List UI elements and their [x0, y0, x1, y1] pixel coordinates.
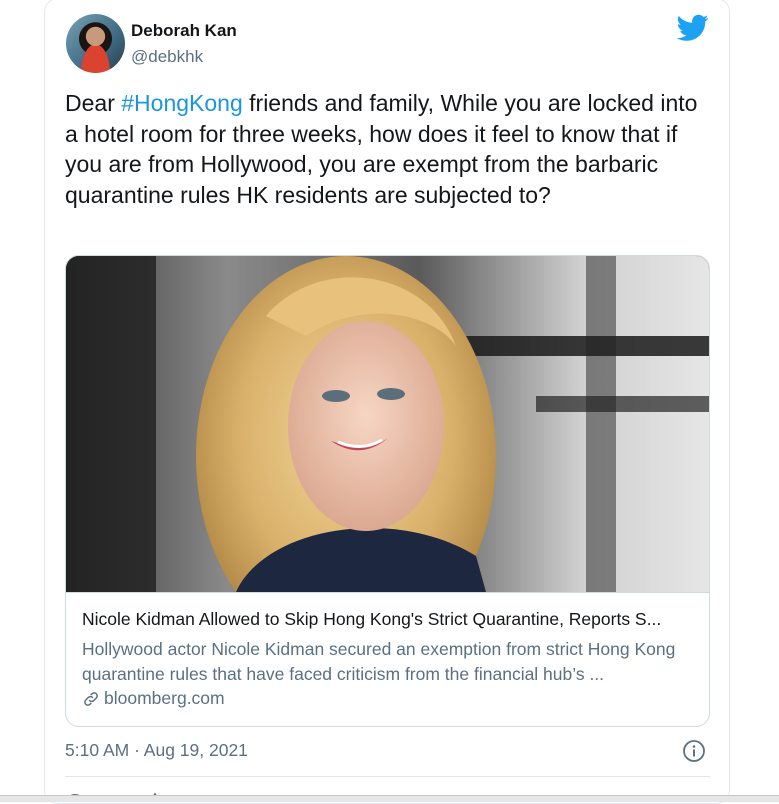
hashtag-link[interactable]: #HongKong [121, 90, 243, 116]
user-handle[interactable]: @debkhk [131, 47, 203, 67]
tweet-timestamp[interactable]: 5:10 AM · Aug 19, 2021 [65, 740, 248, 761]
card-divider [66, 592, 709, 593]
tweet-text-prefix: Dear [65, 90, 122, 116]
card-photo [66, 256, 709, 592]
display-name[interactable]: Deborah Kan [131, 21, 237, 41]
tweet-card: Deborah Kan @debkhk Dear #HongKong frien… [44, 0, 730, 804]
card-domain-text: bloomberg.com [104, 688, 225, 708]
tweet-text: Dear #HongKong friends and family, While… [65, 88, 715, 210]
footer-divider [65, 776, 710, 777]
card-image[interactable] [66, 256, 709, 592]
link-icon [84, 691, 98, 706]
card-description[interactable]: Hollywood actor Nicole Kidman secured an… [82, 637, 694, 687]
twitter-bird-icon[interactable] [677, 14, 709, 42]
card-domain[interactable]: bloomberg.com [82, 688, 225, 709]
card-title[interactable]: Nicole Kidman Allowed to Skip Hong Kong'… [82, 609, 694, 630]
link-preview-card[interactable]: Nicole Kidman Allowed to Skip Hong Kong'… [65, 255, 710, 727]
avatar[interactable] [66, 14, 125, 73]
info-icon[interactable] [682, 739, 706, 763]
